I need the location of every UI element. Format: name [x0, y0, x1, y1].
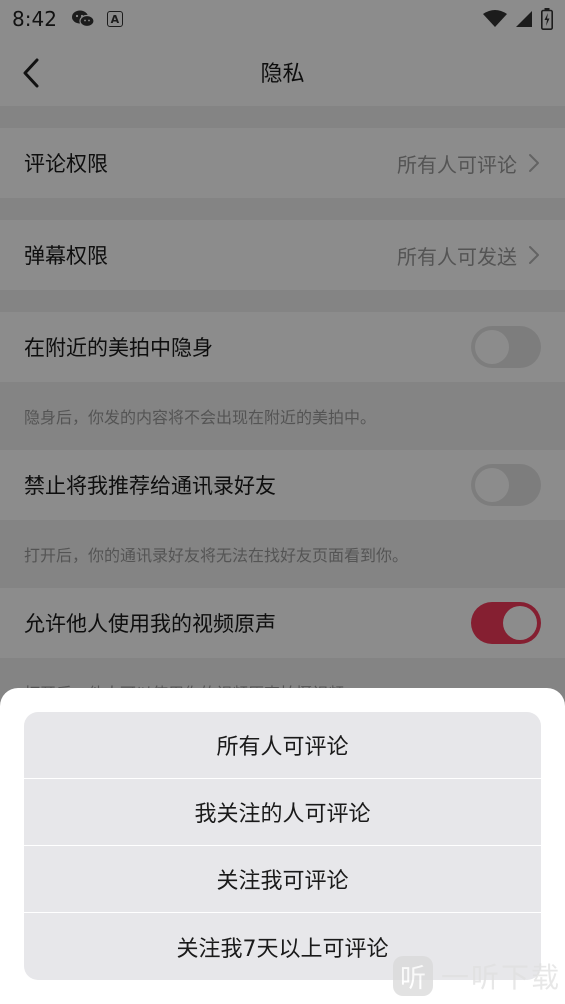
option-group: 所有人可评论 我关注的人可评论 关注我可评论 关注我7天以上可评论: [24, 712, 541, 980]
watermark: 听 一听下载: [392, 956, 561, 996]
option-my-followers[interactable]: 关注我可评论: [24, 846, 541, 913]
watermark-text: 一听下载: [440, 961, 561, 994]
watermark-logo: 听: [392, 956, 433, 996]
option-everyone[interactable]: 所有人可评论: [24, 712, 541, 779]
option-people-i-follow[interactable]: 我关注的人可评论: [24, 779, 541, 846]
